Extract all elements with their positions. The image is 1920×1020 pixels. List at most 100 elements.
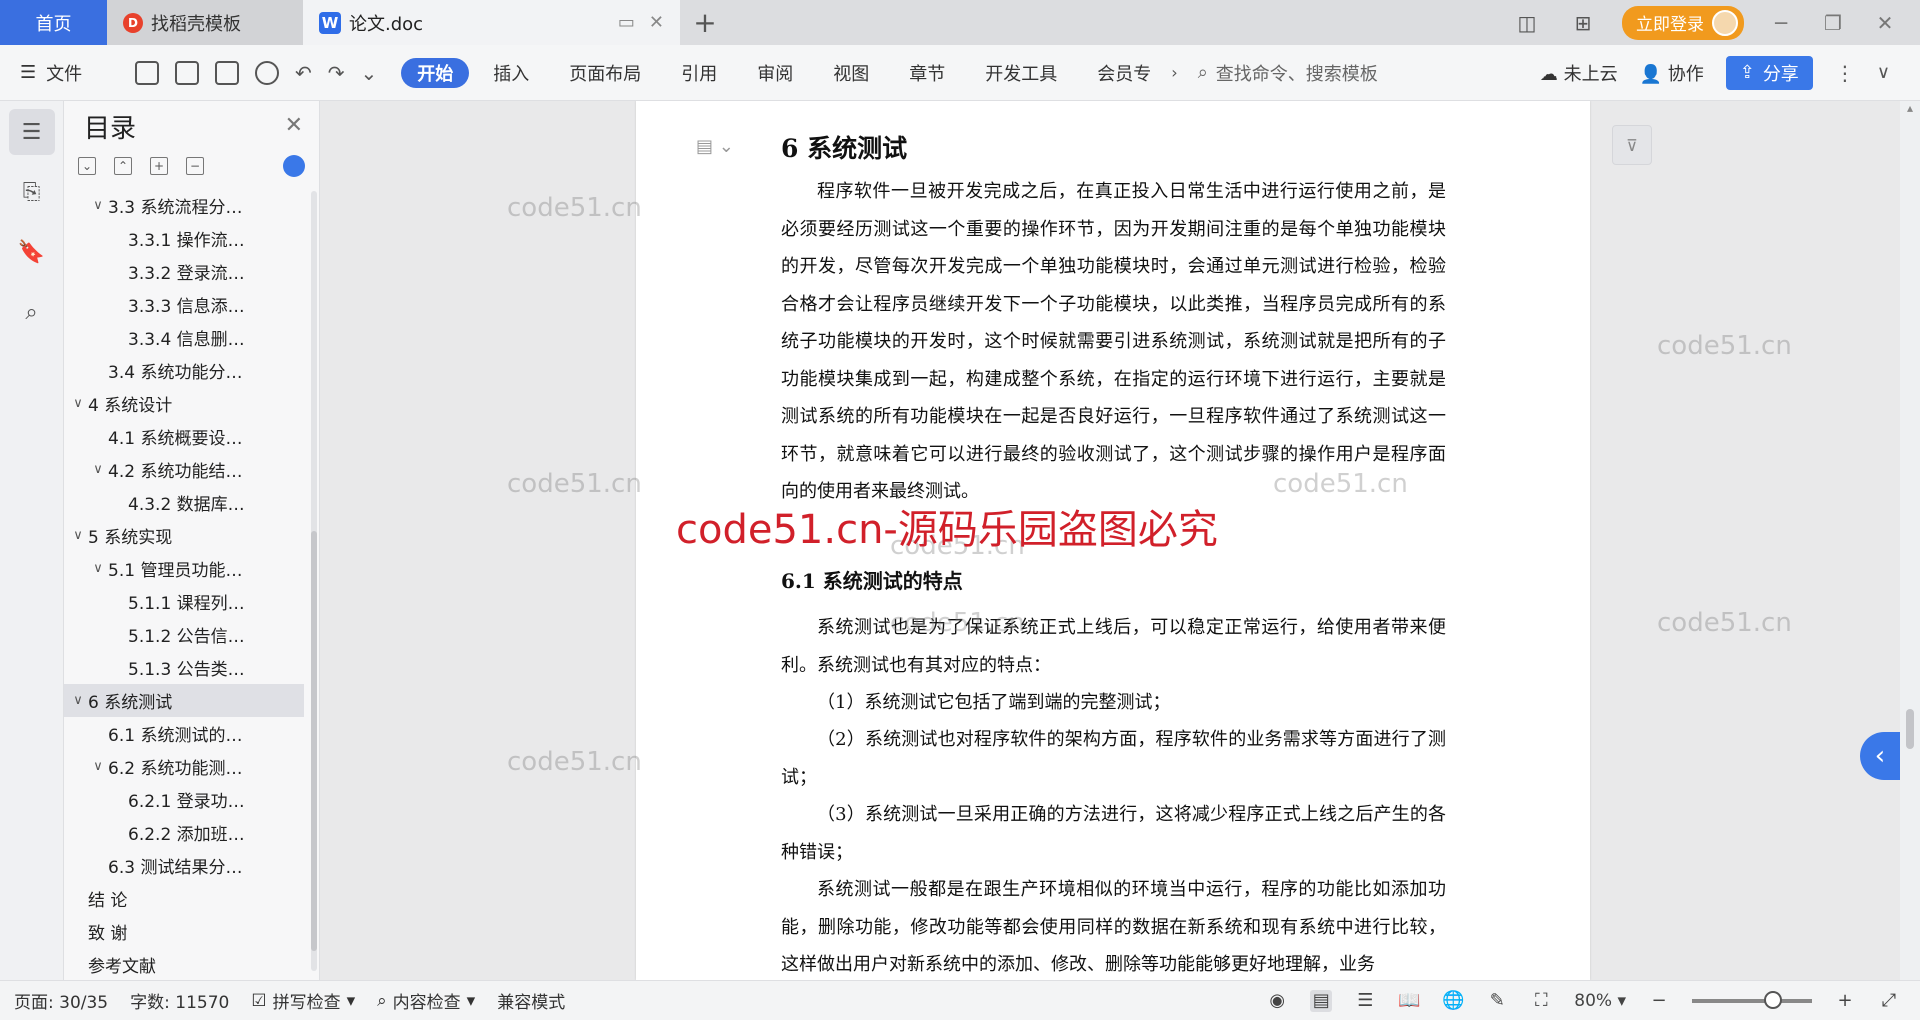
chevron-down-icon[interactable]: ∨ [88, 561, 108, 576]
file-menu-button[interactable]: ☰ 文件 [20, 60, 115, 86]
toc-item[interactable]: 参考文献 [64, 948, 304, 974]
toc-item[interactable]: 结 论 [64, 882, 304, 915]
chevron-down-icon[interactable]: ∨ [68, 396, 88, 411]
spell-check-button[interactable]: ☑ 拼写检查 ▾ [251, 988, 355, 1014]
content-check-button[interactable]: ⌕ 内容检查 ▾ [377, 988, 475, 1014]
collapse-all-icon[interactable]: ⌃ [114, 157, 132, 175]
fit-page-icon[interactable]: ⛶ [1530, 990, 1552, 1012]
write-view-icon[interactable]: ✎ [1486, 990, 1508, 1012]
document-page[interactable]: ▤ ⌄ 6 系统测试 程序软件一旦被开发完成之后，在真正投入日常生活中进行运行使… [636, 101, 1590, 980]
tab-insert[interactable]: 插入 [473, 58, 549, 88]
toc-item[interactable]: ∨ 6.2 系统功能测… [64, 750, 304, 783]
screen-icon[interactable]: ▭ [618, 12, 635, 33]
toc-item[interactable]: 3.4 系统功能分… [64, 354, 304, 387]
tab-docer-templates[interactable]: D 找稻壳模板 [107, 0, 303, 45]
collaborate-button[interactable]: 👤 协作 [1640, 60, 1704, 86]
reading-view-icon[interactable]: 📖 [1398, 990, 1420, 1012]
zoom-level[interactable]: 80% ▾ [1574, 991, 1626, 1011]
share-button[interactable]: ⇪ 分享 [1725, 55, 1813, 90]
tab-home[interactable]: 首页 [0, 0, 107, 45]
redo-icon[interactable]: ↷ [328, 61, 345, 85]
toc-item[interactable]: 6.2.2 添加班… [64, 816, 304, 849]
tab-member[interactable]: 会员专 [1077, 58, 1171, 88]
remove-heading-icon[interactable]: − [186, 157, 204, 175]
toc-item[interactable]: ∨ 6 系统测试 [64, 684, 304, 717]
toc-item[interactable]: 5.1.2 公告信… [64, 618, 304, 651]
toc-item[interactable]: 3.3.1 操作流… [64, 222, 304, 255]
tab-document[interactable]: W 论文.doc ▭ ✕ [303, 0, 680, 45]
word-count[interactable]: 字数: 11570 [130, 988, 229, 1013]
scrollbar-thumb[interactable] [1906, 709, 1914, 749]
toc-item[interactable]: ∨ 4 系统设计 [64, 387, 304, 420]
bookmark-icon[interactable]: 🔖 [9, 229, 55, 275]
undo-icon[interactable]: ↶ [295, 61, 312, 85]
tab-view[interactable]: 视图 [813, 58, 889, 88]
tab-references[interactable]: 引用 [661, 58, 737, 88]
more-tabs-chevron-icon[interactable]: › [1171, 63, 1177, 82]
chevron-down-icon[interactable]: ∨ [88, 462, 108, 477]
web-view-icon[interactable]: 🌐 [1442, 990, 1464, 1012]
close-window-icon[interactable]: ✕ [1870, 11, 1900, 35]
toc-item[interactable]: 3.3.2 登录流… [64, 255, 304, 288]
add-heading-icon[interactable]: + [150, 157, 168, 175]
minimize-icon[interactable]: ─ [1766, 11, 1796, 35]
chevron-down-icon[interactable]: ∨ [68, 528, 88, 543]
toc-item[interactable]: 6.2.1 登录功… [64, 783, 304, 816]
tab-page-layout[interactable]: 页面布局 [549, 58, 661, 88]
vertical-scrollbar[interactable]: ▴ [1900, 101, 1920, 980]
tab-review[interactable]: 审阅 [737, 58, 813, 88]
save-icon[interactable] [135, 60, 159, 85]
toc-item[interactable]: ∨ 5 系统实现 [64, 519, 304, 552]
collapse-ribbon-icon[interactable]: ∨ [1877, 62, 1890, 83]
toc-item[interactable]: 6.1 系统测试的… [64, 717, 304, 750]
eye-protection-icon[interactable]: ◉ [1266, 990, 1288, 1012]
tab-start[interactable]: 开始 [401, 57, 470, 88]
scroll-up-icon[interactable]: ▴ [1900, 101, 1920, 115]
print-preview-icon[interactable] [255, 60, 279, 85]
toc-item[interactable]: 6.3 测试结果分… [64, 849, 304, 882]
tab-section[interactable]: 章节 [889, 58, 965, 88]
customize-chevron-icon[interactable]: ⌄ [361, 61, 378, 85]
toc-item[interactable]: ∨ 4.2 系统功能结… [64, 453, 304, 486]
new-tab-button[interactable]: + [680, 0, 730, 45]
find-icon[interactable]: ⌕ [9, 289, 55, 335]
toc-item[interactable]: 致 谢 [64, 915, 304, 948]
more-vertical-icon[interactable]: ⋮ [1835, 61, 1855, 85]
close-icon[interactable]: ✕ [285, 113, 303, 138]
toc-item[interactable]: ∨ 5.1 管理员功能… [64, 552, 304, 585]
close-tab-icon[interactable]: ✕ [649, 12, 664, 33]
toc-item[interactable]: 5.1.3 公告类… [64, 651, 304, 684]
expand-all-icon[interactable]: ⌄ [78, 157, 96, 175]
zoom-slider[interactable] [1692, 990, 1812, 1009]
toc-item[interactable]: 4.3.2 数据库… [64, 486, 304, 519]
reading-mode-icon[interactable]: ◫ [1510, 10, 1544, 36]
toc-item[interactable]: ∨ 3.3 系统流程分… [64, 189, 304, 222]
paragraph-tool-icon[interactable]: ▤ ⌄ [696, 136, 734, 157]
ai-assistant-icon[interactable] [283, 155, 305, 177]
outline-view-icon[interactable]: ☰ [1354, 990, 1376, 1012]
grid-apps-icon[interactable]: ⊞ [1566, 10, 1600, 36]
page-indicator[interactable]: 页面: 30/35 [14, 988, 108, 1013]
zoom-slider-knob[interactable] [1764, 990, 1782, 1009]
navigation-pane-icon[interactable]: ⎘ [9, 169, 55, 215]
chevron-down-icon[interactable]: ∨ [88, 759, 108, 774]
command-search[interactable]: ⌕ 查找命令、搜索模板 [1198, 60, 1378, 86]
login-button[interactable]: 立即登录 [1622, 5, 1744, 40]
toc-scrollbar-thumb[interactable] [311, 531, 317, 951]
toc-item[interactable]: 3.3.3 信息添… [64, 288, 304, 321]
zoom-out-icon[interactable]: − [1648, 990, 1670, 1012]
cloud-status-button[interactable]: ☁ 未上云 [1540, 60, 1618, 86]
toc-item[interactable]: 5.1.1 课程列… [64, 585, 304, 618]
toc-item[interactable]: 3.3.4 信息删… [64, 321, 304, 354]
export-pdf-icon[interactable] [175, 60, 199, 85]
restore-icon[interactable]: ❐ [1818, 11, 1848, 35]
print-icon[interactable] [215, 60, 239, 85]
side-expand-chevron-icon[interactable]: ‹ [1860, 732, 1900, 780]
page-view-icon[interactable]: ▤ [1310, 989, 1333, 1012]
outline-toggle-icon[interactable]: ⊽ [1612, 125, 1652, 165]
chevron-down-icon[interactable]: ∨ [88, 198, 108, 213]
zoom-in-icon[interactable]: + [1834, 990, 1856, 1012]
fullscreen-icon[interactable]: ⤢ [1878, 990, 1900, 1012]
toc-item[interactable]: 4.1 系统概要设… [64, 420, 304, 453]
chevron-down-icon[interactable]: ∨ [68, 693, 88, 708]
